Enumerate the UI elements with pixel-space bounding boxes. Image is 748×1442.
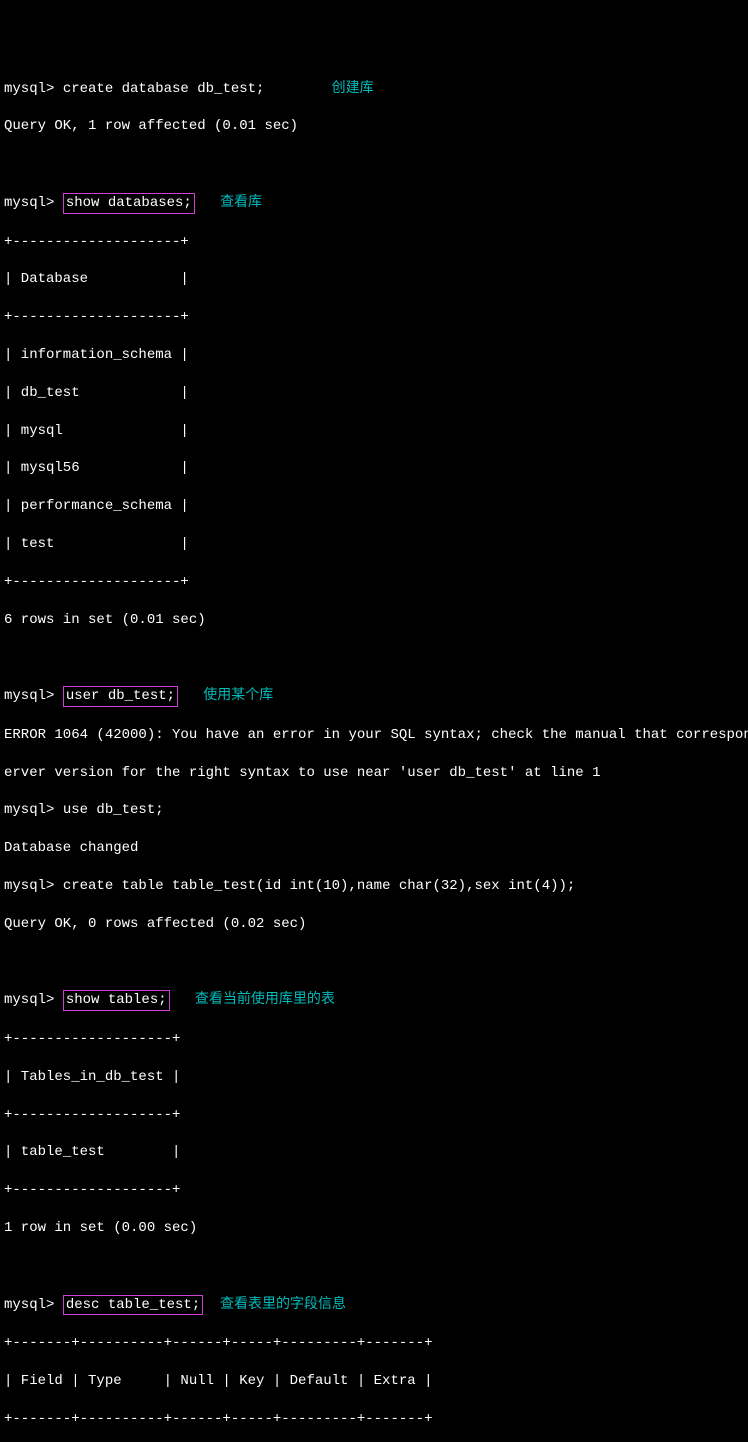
cmd-show-db: show databases; [63, 193, 195, 214]
error-line-1: ERROR 1064 (42000): You have an error in… [4, 726, 744, 745]
anno-desc: 查看表里的字段信息 [220, 1297, 346, 1313]
tbl-border: +-------------------+ [4, 1030, 744, 1049]
blank [4, 953, 744, 972]
cmd-create-db: create database db_test; [63, 81, 265, 97]
result-create-db: Query OK, 1 row affected (0.01 sec) [4, 117, 744, 136]
tbl-border: +-------------------+ [4, 1181, 744, 1200]
db-row: | mysql | [4, 422, 744, 441]
db-row: | db_test | [4, 384, 744, 403]
prompt: mysql> [4, 195, 63, 211]
anno-user-db: 使用某个库 [203, 688, 273, 704]
prompt: mysql> [4, 1297, 63, 1313]
db-row: | mysql56 | [4, 459, 744, 478]
line-show-db: mysql> show databases; 查看库 [4, 193, 744, 214]
desc-border: +-------+----------+------+-----+-------… [4, 1334, 744, 1353]
anno-show-db: 查看库 [220, 195, 262, 211]
line-show-tables: mysql> show tables; 查看当前使用库里的表 [4, 990, 744, 1011]
line-user-db: mysql> user db_test; 使用某个库 [4, 686, 744, 707]
tbl-count: 1 row in set (0.00 sec) [4, 1219, 744, 1238]
cmd-show-tables: show tables; [63, 990, 170, 1011]
db-row: | test | [4, 535, 744, 554]
db-header: | Database | [4, 270, 744, 289]
tbl-row: | table_test | [4, 1143, 744, 1162]
db-border: +--------------------+ [4, 233, 744, 252]
cmd-use-db: use db_test; [63, 802, 164, 818]
anno-show-tables: 查看当前使用库里的表 [195, 992, 335, 1008]
db-border: +--------------------+ [4, 308, 744, 327]
cmd-user-db: user db_test; [63, 686, 178, 707]
prompt: mysql> [4, 992, 63, 1008]
result-create-table: Query OK, 0 rows affected (0.02 sec) [4, 915, 744, 934]
prompt: mysql> [4, 688, 63, 704]
cmd-desc: desc table_test; [63, 1295, 203, 1316]
line-create-table: mysql> create table table_test(id int(10… [4, 877, 744, 896]
tbl-header: | Tables_in_db_test | [4, 1068, 744, 1087]
error-line-2: erver version for the right syntax to us… [4, 764, 744, 783]
db-count: 6 rows in set (0.01 sec) [4, 611, 744, 630]
desc-header: | Field | Type | Null | Key | Default | … [4, 1372, 744, 1391]
cmd-create-table: create table table_test(id int(10),name … [63, 878, 575, 894]
prompt: mysql> [4, 878, 63, 894]
blank [4, 648, 744, 667]
anno-create-db: 创建库 [332, 81, 374, 97]
line-desc: mysql> desc table_test; 查看表里的字段信息 [4, 1295, 744, 1316]
line-use-db: mysql> use db_test; [4, 801, 744, 820]
line-create-db: mysql> create database db_test; 创建库 [4, 80, 744, 99]
blank [4, 1257, 744, 1276]
db-row: | performance_schema | [4, 497, 744, 516]
tbl-border: +-------------------+ [4, 1106, 744, 1125]
desc-border: +-------+----------+------+-----+-------… [4, 1410, 744, 1429]
db-changed: Database changed [4, 839, 744, 858]
db-border: +--------------------+ [4, 573, 744, 592]
prompt: mysql> [4, 81, 63, 97]
blank [4, 155, 744, 174]
prompt: mysql> [4, 802, 63, 818]
db-row: | information_schema | [4, 346, 744, 365]
